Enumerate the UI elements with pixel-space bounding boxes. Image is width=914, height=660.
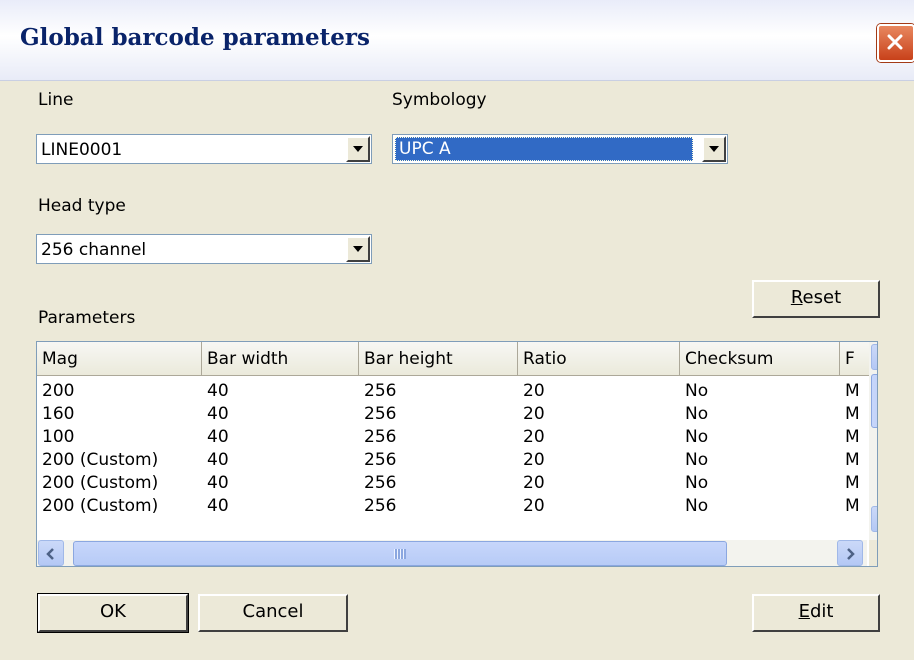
- head-type-dropdown-button[interactable]: [346, 236, 370, 262]
- chevron-up-icon: [877, 351, 878, 363]
- scroll-down-button[interactable]: [871, 506, 878, 532]
- table-cell: M: [845, 450, 860, 470]
- table-cell: M: [845, 404, 860, 424]
- scrollbar-corner: [869, 540, 877, 566]
- column-header-mag[interactable]: Mag: [37, 342, 202, 376]
- table-cell: 40: [207, 473, 229, 493]
- close-button[interactable]: [877, 24, 914, 62]
- head-type-value: 256 channel: [41, 240, 147, 260]
- table-cell: 40: [207, 381, 229, 401]
- table-cell: 200 (Custom): [42, 473, 159, 493]
- chevron-down-icon: [353, 246, 363, 252]
- column-header-bar-width[interactable]: Bar width: [202, 342, 359, 376]
- table-row[interactable]: 160 40 256 20 No M: [37, 403, 867, 426]
- table-cell: No: [685, 404, 709, 424]
- head-type-dropdown[interactable]: 256 channel: [36, 234, 372, 264]
- table-cell: M: [845, 473, 860, 493]
- vertical-scrollbar[interactable]: [869, 342, 878, 540]
- scroll-right-button[interactable]: [837, 540, 863, 566]
- ok-button[interactable]: OK: [38, 594, 188, 632]
- table-cell: 20: [523, 473, 545, 493]
- table-cell: 200: [42, 381, 75, 401]
- line-label: Line: [38, 90, 74, 110]
- column-header-bar-height[interactable]: Bar height: [359, 342, 518, 376]
- chevron-down-icon: [709, 146, 719, 152]
- line-dropdown[interactable]: LINE0001: [36, 134, 372, 164]
- table-cell: 256: [364, 496, 397, 516]
- table-cell: 256: [364, 473, 397, 493]
- table-row[interactable]: 200 (Custom) 40 256 20 No M: [37, 495, 867, 518]
- table-cell: M: [845, 496, 860, 516]
- table-row[interactable]: 200 (Custom) 40 256 20 No M: [37, 449, 867, 472]
- table-cell: 20: [523, 450, 545, 470]
- line-value: LINE0001: [41, 140, 123, 160]
- table-header: Mag Bar width Bar height Ratio Checksum …: [37, 342, 877, 376]
- table-cell: No: [685, 381, 709, 401]
- edit-button-label: Edit: [798, 601, 834, 622]
- close-icon: [887, 34, 903, 50]
- symbology-dropdown[interactable]: UPC A: [392, 134, 728, 164]
- table-row[interactable]: 200 40 256 20 No M: [37, 380, 867, 403]
- table-cell: No: [685, 450, 709, 470]
- edit-button[interactable]: Edit: [752, 594, 880, 632]
- chevron-left-icon: [46, 548, 54, 560]
- chevron-down-icon: [353, 146, 363, 152]
- table-cell: 100: [42, 427, 75, 447]
- table-cell: 40: [207, 404, 229, 424]
- table-cell: 40: [207, 450, 229, 470]
- table-cell: 256: [364, 381, 397, 401]
- symbology-value: UPC A: [395, 137, 693, 161]
- table-cell: No: [685, 496, 709, 516]
- table-cell: 20: [523, 496, 545, 516]
- table-cell: 200 (Custom): [42, 450, 159, 470]
- reset-button[interactable]: Reset: [752, 280, 880, 318]
- column-header-f[interactable]: F: [840, 342, 870, 376]
- ok-button-label: OK: [100, 601, 126, 622]
- table-row[interactable]: 100 40 256 20 No M: [37, 426, 867, 449]
- parameters-label: Parameters: [38, 308, 136, 328]
- table-cell: No: [685, 473, 709, 493]
- chevron-right-icon: [847, 548, 855, 560]
- table-cell: 256: [364, 404, 397, 424]
- table-cell: M: [845, 427, 860, 447]
- parameters-table[interactable]: Mag Bar width Bar height Ratio Checksum …: [36, 341, 878, 567]
- table-cell: M: [845, 381, 860, 401]
- table-cell: 20: [523, 404, 545, 424]
- table-cell: 40: [207, 496, 229, 516]
- window-title: Global barcode parameters: [20, 24, 370, 51]
- table-cell: 256: [364, 427, 397, 447]
- table-row[interactable]: 200 (Custom) 40 256 20 No M: [37, 472, 867, 495]
- table-cell: 20: [523, 427, 545, 447]
- column-header-ratio[interactable]: Ratio: [518, 342, 680, 376]
- table-cell: 20: [523, 381, 545, 401]
- vertical-scroll-thumb[interactable]: [871, 374, 877, 428]
- column-header-checksum[interactable]: Checksum: [680, 342, 840, 376]
- table-cell: 160: [42, 404, 75, 424]
- horizontal-scrollbar[interactable]: [37, 540, 867, 566]
- table-cell: 256: [364, 450, 397, 470]
- chevron-down-icon: [877, 513, 878, 525]
- table-cell: 40: [207, 427, 229, 447]
- scroll-up-button[interactable]: [871, 344, 878, 370]
- cancel-button-label: Cancel: [242, 601, 304, 622]
- table-cell: No: [685, 427, 709, 447]
- line-dropdown-button[interactable]: [346, 136, 370, 162]
- symbology-dropdown-button[interactable]: [702, 136, 726, 162]
- cancel-button[interactable]: Cancel: [198, 594, 348, 632]
- scroll-left-button[interactable]: [38, 540, 64, 566]
- title-bar: Global barcode parameters: [0, 0, 914, 81]
- horizontal-scroll-thumb[interactable]: [73, 541, 727, 566]
- table-cell: 200 (Custom): [42, 496, 159, 516]
- reset-button-label: Reset: [790, 287, 842, 308]
- symbology-label: Symbology: [392, 90, 487, 110]
- head-type-label: Head type: [38, 196, 126, 216]
